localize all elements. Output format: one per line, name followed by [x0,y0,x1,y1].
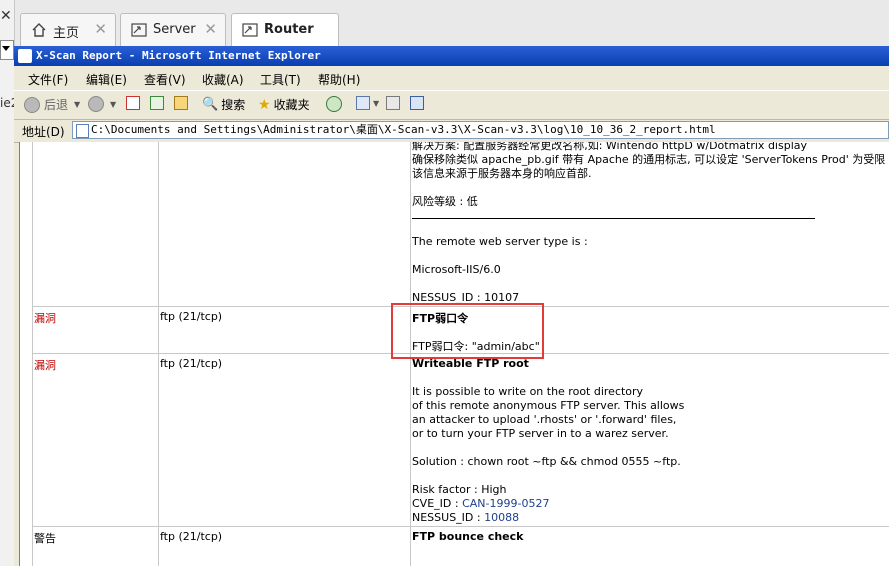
close-icon[interactable]: ✕ [204,20,217,38]
window-title: X-Scan Report - Microsoft Internet Explo… [36,49,321,62]
tab-router-label: Router [264,22,314,37]
menu-favorites[interactable]: 收藏(A) [202,71,244,88]
tab-router[interactable]: Router [231,13,339,47]
toolbar: 后退 ▼ ▼ 🔍 搜索 ★ 收藏夹 ▼ [14,90,889,120]
refresh-button[interactable] [150,96,164,110]
close-icon[interactable]: ✕ [94,20,107,38]
outer-tab-strip: 主页 ✕ Server ✕ Router [0,0,889,47]
report-text: Microsoft-IIS/6.0 [412,263,501,276]
cve-link[interactable]: CAN-1999-0527 [462,497,549,510]
menu-tools[interactable]: 工具(T) [260,71,301,88]
report-text: The remote web server type is : [412,235,588,248]
nessus-link[interactable]: 10088 [484,511,519,524]
chevron-down-icon [2,46,10,51]
edit-button[interactable] [410,96,424,110]
port-label: ftp (21/tcp) [160,310,223,323]
tab-server[interactable]: Server ✕ [120,13,226,46]
severity-label: 警告 [34,532,56,545]
menu-file[interactable]: 文件(F) [28,71,68,88]
menu-view[interactable]: 查看(V) [144,71,186,88]
nessus-id: NESSUS_ID : 10088 [412,511,519,524]
tab-home-label: 主页 [53,26,80,41]
chevron-down-icon: ▼ [74,100,81,109]
vuln-title: FTP bounce check [412,530,524,543]
search-label: 搜索 [221,98,246,112]
tab-server-label: Server [153,22,196,37]
search-button[interactable]: 🔍 搜索 [202,96,245,113]
table-border [32,142,33,566]
back-arrow-icon [24,96,40,113]
history-icon [326,96,342,112]
port-label: ftp (21/tcp) [160,530,223,543]
menu-help[interactable]: 帮助(H) [318,71,360,88]
severity-label: 漏洞 [34,359,56,372]
forward-button[interactable]: ▼ [88,96,116,112]
solution-text: Solution : chown root ~ftp && chmod 0555… [412,455,681,468]
search-icon: 🔍 [202,97,219,112]
home-icon [174,96,188,110]
chevron-down-icon: ▼ [373,98,380,108]
address-input[interactable]: C:\Documents and Settings\Administrator\… [72,121,889,139]
port-label: ftp (21/tcp) [160,357,223,370]
back-button[interactable]: 后退 ▼ [24,96,80,113]
report-text: of this remote anonymous FTP server. Thi… [412,399,685,412]
print-icon [386,96,400,110]
nessus-label: NESSUS_ID : [412,511,485,524]
separator-line [412,218,815,219]
risk-factor: Risk factor : High [412,483,507,496]
window-icon [131,23,147,37]
favorites-label: 收藏夹 [273,98,310,112]
refresh-icon [150,96,164,110]
ie-logo-icon [18,49,32,63]
page-icon [76,124,89,138]
stop-icon [126,96,140,110]
table-border [32,526,889,527]
tab-home[interactable]: 主页 ✕ [20,13,116,46]
cve-id: CVE_ID : CAN-1999-0527 [412,497,549,510]
cve-label: CVE_ID : [412,497,463,510]
history-button[interactable] [326,96,342,112]
highlight-box [391,303,544,359]
print-button[interactable] [386,96,400,110]
mail-icon [356,96,370,110]
favorites-button[interactable]: ★ 收藏夹 [258,96,310,113]
report-text: 该信息来源于服务器本身的响应首部. [412,167,592,180]
home-button[interactable] [174,96,188,110]
report-text: It is possible to write on the root dire… [412,385,644,398]
left-panel-edge: ✕ ie2 [0,0,18,566]
window-icon [242,23,258,37]
mail-button[interactable]: ▼ [356,96,379,110]
address-bar: 地址(D) C:\Documents and Settings\Administ… [14,120,889,143]
edit-page-icon [410,96,424,110]
stop-button[interactable] [126,96,140,110]
back-label: 后退 [44,98,69,112]
home-icon [32,23,46,37]
close-icon[interactable]: ✕ [0,8,12,24]
address-value: C:\Documents and Settings\Administrator\… [91,123,716,136]
star-icon: ★ [258,96,271,113]
table-border [158,142,159,566]
menu-bar: 文件(F) 编辑(E) 查看(V) 收藏(A) 工具(T) 帮助(H) [14,68,889,88]
report-text: an attacker to upload '.rhosts' or '.for… [412,413,677,426]
address-label: 地址(D) [22,125,65,139]
report-text: or to turn your FTP server in to a warez… [412,427,669,440]
forward-arrow-icon [88,96,104,112]
window-titlebar: X-Scan Report - Microsoft Internet Explo… [14,46,889,66]
chevron-down-icon: ▼ [110,99,117,109]
severity-label: 漏洞 [34,312,56,325]
risk-level: 风险等级 : 低 [412,195,478,208]
menu-edit[interactable]: 编辑(E) [86,71,127,88]
